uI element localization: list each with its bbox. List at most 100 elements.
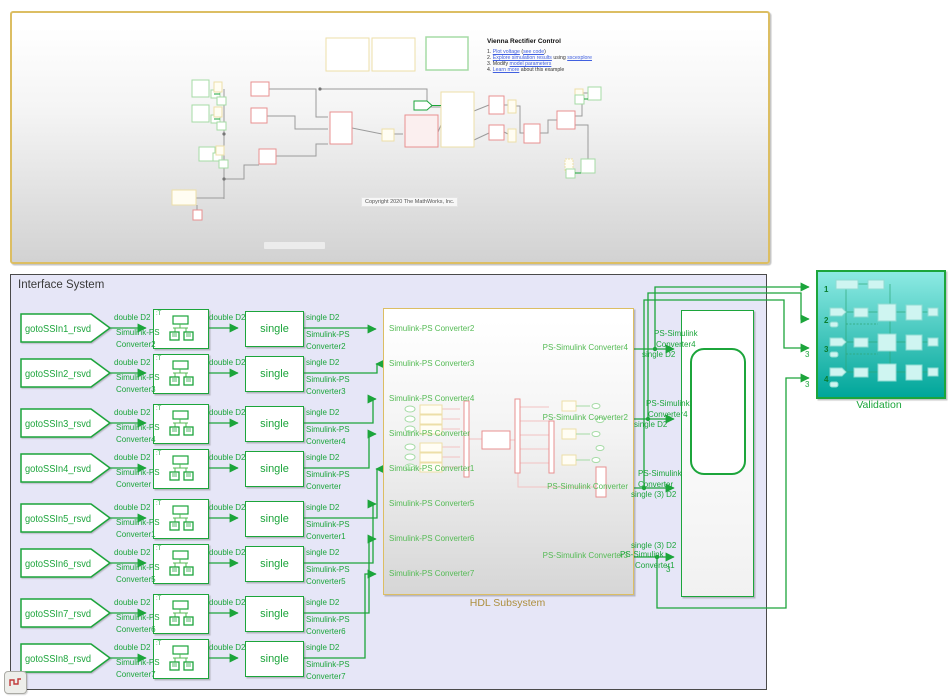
validation-port-1[interactable]: 1 <box>824 285 828 294</box>
goto-block[interactable]: gotoSSIn1_rsvd <box>20 313 112 343</box>
signal-label-double-d2: double D2 <box>209 313 246 322</box>
converter-icon <box>169 455 194 481</box>
goto-label: gotoSSIn8_rsvd <box>25 653 91 665</box>
block-name-label: Converter7 <box>306 672 346 681</box>
rounded-subsystem-block[interactable] <box>681 310 754 597</box>
goto-block[interactable]: gotoSSIn3_rsvd <box>20 408 112 438</box>
signal-label-single-d2: single D2 <box>306 453 340 462</box>
converter-icon <box>169 315 194 341</box>
hdl-input-port-label: Simulink-PS Converter4 <box>389 394 475 403</box>
data-type-conversion-block[interactable]: single <box>245 406 304 442</box>
goto-block[interactable]: gotoSSIn7_rsvd <box>20 598 112 628</box>
signal-label-double-d2: double D2 <box>114 358 151 367</box>
block-name-label: Converter1 <box>116 530 156 539</box>
block-name-label: Converter4 <box>306 437 346 446</box>
hdl-subsystem-block[interactable]: Simulink-PS Converter2 Simulink-PS Conver… <box>383 308 634 595</box>
simulink-ps-converter-block[interactable]: :T <box>153 404 209 444</box>
single-label: single <box>260 558 289 570</box>
signal-label-double-d2: double D2 <box>209 408 246 417</box>
hdl-output-port-label: PS-Simulink Converter4 <box>542 343 628 352</box>
signal-label-double-d2: double D2 <box>209 548 246 557</box>
block-name-label: Simulink-PS <box>116 563 160 572</box>
data-type-conversion-block[interactable]: single <box>245 311 304 347</box>
signal-label-double-d2: double D2 <box>114 548 151 557</box>
simulink-ps-converter-block[interactable]: :T <box>153 639 209 679</box>
wire-name-label: PS-Simulink <box>654 329 698 338</box>
hdl-input-port-label: Simulink-PS Converter <box>389 429 470 438</box>
block-name-label: Converter6 <box>116 625 156 634</box>
block-name-label: Converter2 <box>306 342 346 351</box>
validation-port-4[interactable]: 4 <box>824 375 828 384</box>
block-name-label: Simulink-PS <box>116 373 160 382</box>
converter-icon <box>169 360 194 386</box>
wire-name-label: PS-Simulink <box>638 469 682 478</box>
data-type-conversion-block[interactable]: single <box>245 501 304 537</box>
data-type-conversion-block[interactable]: single <box>245 641 304 677</box>
converter-icon <box>169 505 194 531</box>
hdl-output-port-label: PS-Simulink Converter3 <box>542 551 628 560</box>
block-name-label: Converter2 <box>116 340 156 349</box>
single-label: single <box>260 323 289 335</box>
validation-thumbnail-art <box>829 279 939 388</box>
wire-signal-label: single D2 <box>642 350 676 359</box>
goto-block[interactable]: gotoSSIn8_rsvd <box>20 643 112 673</box>
block-name-label: Converter7 <box>116 670 156 679</box>
signal-label-single-d2: single D2 <box>306 548 340 557</box>
hdl-input-port-label: Simulink-PS Converter2 <box>389 324 475 333</box>
signal-label-double-d2: double D2 <box>209 503 246 512</box>
goto-block[interactable]: gotoSSIn4_rsvd <box>20 453 112 483</box>
simulink-ps-converter-block[interactable]: :T <box>153 309 209 349</box>
block-name-label: Converter <box>306 482 342 491</box>
simulink-ps-converter-block[interactable]: :T <box>153 354 209 394</box>
block-name-label: Simulink-PS <box>306 375 350 384</box>
hdl-input-port-label: Simulink-PS Converter6 <box>389 534 475 543</box>
data-type-conversion-block[interactable]: single <box>245 451 304 487</box>
block-name-label: Simulink-PS <box>306 660 350 669</box>
block-name-label: Converter3 <box>116 385 156 394</box>
block-name-label: Converter5 <box>306 577 346 586</box>
signal-label-double-d2: double D2 <box>114 453 151 462</box>
block-name-label: Simulink-PS <box>116 468 160 477</box>
validation-name: Validation <box>856 399 902 411</box>
validation-port-2[interactable]: 2 <box>824 316 828 325</box>
goto-block[interactable]: gotoSSIn6_rsvd <box>20 548 112 578</box>
signal-label-double-d2: double D2 <box>114 313 151 322</box>
validation-port-3[interactable]: 3 <box>824 345 828 354</box>
simulink-ps-converter-block[interactable]: :T <box>153 594 209 634</box>
wire-name-label: Converter4 <box>648 410 688 419</box>
signal-step-icon <box>9 678 21 686</box>
wire-signal-label: single D2 <box>634 420 668 429</box>
signal-label-single-d2: single D2 <box>306 643 340 652</box>
signal-label-double-d2: double D2 <box>209 598 246 607</box>
signal-label-single-d2: single D2 <box>306 503 340 512</box>
data-type-conversion-block[interactable]: single <box>245 546 304 582</box>
goto-block[interactable]: gotoSSIn2_rsvd <box>20 358 112 388</box>
hdl-output-port-label: PS-Simulink Converter2 <box>542 413 628 422</box>
data-type-conversion-block[interactable]: single <box>245 596 304 632</box>
hdl-output-port-label: PS-Simulink Converter <box>547 482 628 491</box>
hdl-input-port-label: Simulink-PS Converter7 <box>389 569 475 578</box>
goto-label: gotoSSIn2_rsvd <box>25 368 91 380</box>
data-type-conversion-block[interactable]: single <box>245 356 304 392</box>
wire-signal-label: single (3) D2 <box>631 541 677 550</box>
block-name-label: Simulink-PS <box>116 518 160 527</box>
simulink-ps-converter-block[interactable]: :T <box>153 449 209 489</box>
signal-width-label: 3 <box>805 380 810 389</box>
sample-time-legend-badge[interactable] <box>4 671 27 694</box>
block-name-label: Simulink-PS <box>306 565 350 574</box>
single-label: single <box>260 418 289 430</box>
signal-label-double-d2: double D2 <box>114 503 151 512</box>
signal-width-label: 3 <box>805 350 810 359</box>
simulink-ps-converter-block[interactable]: :T <box>153 499 209 539</box>
block-name-label: Simulink-PS <box>306 425 350 434</box>
simulink-ps-converter-block[interactable]: :T <box>153 544 209 584</box>
signal-label-double-d2: double D2 <box>209 643 246 652</box>
goto-label: gotoSSIn4_rsvd <box>25 463 91 475</box>
signal-label-double-d2: double D2 <box>209 453 246 462</box>
validation-block[interactable]: 1 2 3 4 <box>816 270 946 399</box>
block-name-label: Simulink-PS <box>116 423 160 432</box>
goto-block[interactable]: gotoSSIn5_rsvd <box>20 503 112 533</box>
goto-label: gotoSSIn6_rsvd <box>25 558 91 570</box>
rounded-rect-icon <box>690 348 746 475</box>
signal-width-label: 3 <box>666 565 671 574</box>
